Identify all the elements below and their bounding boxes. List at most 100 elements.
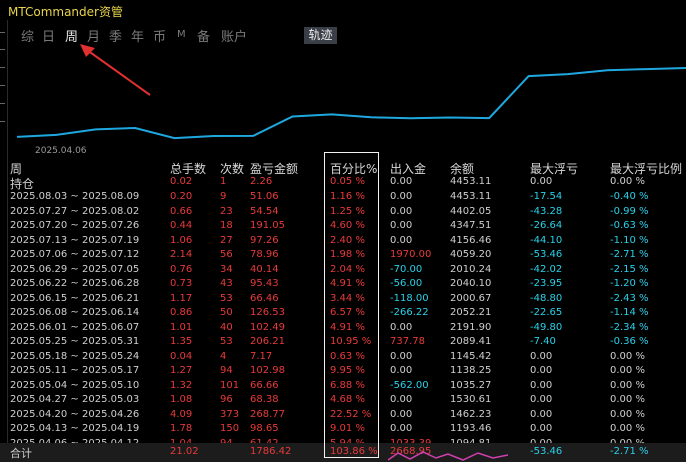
cell-balance: 4402.05	[450, 205, 492, 217]
cell-count: 18	[220, 220, 233, 231]
cell-max-dd-pct: 0.00 %	[610, 365, 645, 376]
cell-balance: 1145.42	[450, 350, 492, 362]
cell-max-dd-pct: -0.63 %	[610, 220, 649, 231]
cell-balance: 2191.90	[450, 321, 492, 333]
cell-period: 2025.05.18 ~ 2025.05.24	[10, 350, 140, 362]
cell-period: 2025.05.11 ~ 2025.05.17	[10, 365, 140, 376]
cell-lots: 1.01	[170, 321, 193, 333]
cell-lots: 0.66	[170, 205, 193, 217]
cell-pnl: 191.05	[250, 220, 285, 231]
cell-balance: 4453.11	[450, 191, 492, 202]
cell-flow: -266.22	[390, 307, 429, 318]
cell-period: 2025.07.20 ~ 2025.07.26	[10, 220, 140, 231]
total-max-dd: -53.46	[530, 446, 563, 457]
cell-max-dd: -26.64	[530, 220, 563, 231]
cell-max-dd-pct: -0.36 %	[610, 336, 649, 347]
cell-max-dd-pct: -2.15 %	[610, 263, 649, 275]
cell-pnl: 66.46	[250, 292, 279, 304]
cell-period: 2025.04.13 ~ 2025.04.19	[10, 423, 140, 434]
cell-flow: 0.00	[390, 234, 413, 246]
cell-max-dd: -49.80	[530, 321, 563, 333]
cell-lots: 0.76	[170, 263, 193, 275]
cell-pnl: 102.49	[250, 321, 285, 333]
cell-max-dd: -22.65	[530, 307, 563, 318]
cell-balance: 2010.24	[450, 263, 492, 275]
cell-lots: 1.17	[170, 292, 193, 304]
cell-count: 56	[220, 249, 233, 260]
cell-lots: 1.27	[170, 365, 193, 376]
cell-max-dd-pct: 0.00 %	[610, 408, 645, 420]
cell-flow: -70.00	[390, 263, 423, 275]
cell-period: 2025.07.27 ~ 2025.08.02	[10, 205, 140, 217]
cell-pnl: 126.53	[250, 307, 285, 318]
cell-balance: 1462.23	[450, 408, 492, 420]
cell-pnl: 98.65	[250, 423, 279, 434]
cell-balance: 1035.27	[450, 379, 492, 391]
cell-max-dd-pct: 0.00 %	[610, 394, 645, 405]
cell-count: 27	[220, 234, 233, 246]
cell-max-dd-pct: -2.43 %	[610, 292, 649, 304]
cell-lots: 1.08	[170, 394, 193, 405]
cell-flow: -562.00	[390, 379, 429, 391]
cell-balance: 2089.41	[450, 336, 492, 347]
cell-max-dd-pct: -0.40 %	[610, 191, 649, 202]
cell-lots: 0.86	[170, 307, 193, 318]
cell-period: 2025.06.08 ~ 2025.06.14	[10, 307, 140, 318]
cell-pnl: 97.26	[250, 234, 279, 246]
cell-max-dd-pct: -0.99 %	[610, 205, 649, 217]
cell-lots: 0.04	[170, 350, 193, 362]
cell-flow: 1970.00	[390, 249, 432, 260]
cell-max-dd-pct: -2.71 %	[610, 249, 649, 260]
cell-period: 2025.06.29 ~ 2025.07.05	[10, 263, 140, 275]
cell-balance: 1530.61	[450, 394, 492, 405]
cell-period: 2025.04.20 ~ 2025.04.26	[10, 408, 140, 420]
cell-count: 23	[220, 205, 233, 217]
cell-max-dd-pct: -1.14 %	[610, 307, 649, 318]
cell-flow: 0.00	[390, 408, 413, 420]
cell-lots: 0.44	[170, 220, 193, 231]
cell-lots: 0.02	[170, 176, 193, 187]
cell-pnl: 78.96	[250, 249, 279, 260]
cell-pnl: 95.43	[250, 278, 279, 289]
cell-max-dd-pct: 0.00 %	[610, 423, 645, 434]
cell-pnl: 40.14	[250, 263, 279, 275]
cell-balance: 1193.46	[450, 423, 492, 434]
cell-lots: 1.32	[170, 379, 193, 391]
total-lots: 21.02	[170, 446, 199, 457]
cell-max-dd: -53.46	[530, 249, 563, 260]
cell-count: 94	[220, 365, 233, 376]
cell-count: 53	[220, 292, 233, 304]
cell-max-dd: 0.00	[530, 408, 553, 420]
cell-pnl: 51.06	[250, 191, 279, 202]
cell-pnl: 68.38	[250, 394, 279, 405]
annotation-arrow	[80, 44, 151, 96]
cell-flow: 0.00	[390, 205, 413, 217]
cell-lots: 1.78	[170, 423, 193, 434]
cell-lots: 2.14	[170, 249, 193, 260]
cell-flow: 0.00	[390, 321, 413, 333]
cell-pnl: 268.77	[250, 408, 285, 420]
cell-max-dd: 0.00	[530, 394, 553, 405]
cell-flow: 0.00	[390, 176, 413, 187]
cell-max-dd: 0.00	[530, 176, 553, 187]
cell-count: 96	[220, 394, 233, 405]
cell-max-dd: -44.10	[530, 234, 563, 246]
cell-count: 34	[220, 263, 233, 275]
cell-max-dd: 0.00	[530, 379, 553, 391]
cell-max-dd: -42.02	[530, 263, 563, 275]
cell-count: 50	[220, 307, 233, 318]
total-pnl: 1786.42	[250, 446, 292, 457]
cell-lots: 1.06	[170, 234, 193, 246]
cell-balance: 4156.46	[450, 234, 492, 246]
cell-count: 1	[220, 176, 227, 187]
cell-pnl: 206.21	[250, 336, 285, 347]
cell-period: 2025.05.04 ~ 2025.05.10	[10, 379, 140, 391]
cell-lots: 1.35	[170, 336, 193, 347]
cell-max-dd-pct: 0.00 %	[610, 379, 645, 391]
cell-flow: 0.00	[390, 423, 413, 434]
cell-count: 53	[220, 336, 233, 347]
cell-max-dd: -7.40	[530, 336, 556, 347]
cell-period: 2025.05.25 ~ 2025.05.31	[10, 336, 140, 347]
cell-max-dd-pct: -2.34 %	[610, 321, 649, 333]
cell-lots: 0.73	[170, 278, 193, 289]
